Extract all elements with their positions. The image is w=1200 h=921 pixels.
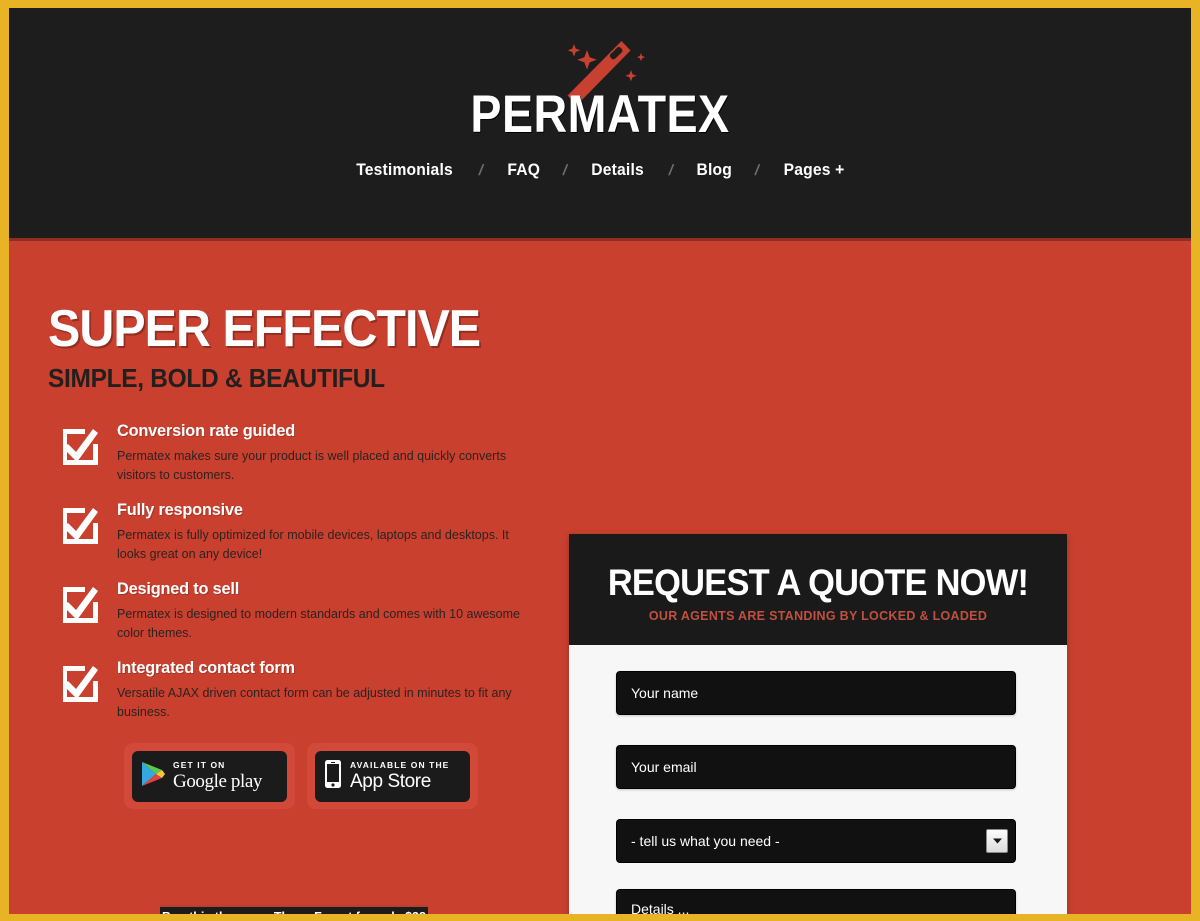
quote-panel-title: REQUEST A QUOTE NOW! [607, 562, 1029, 603]
feature-title: Conversion rate guided [117, 421, 296, 440]
nav-item-details[interactable]: Details [571, 160, 664, 180]
hero-section: SUPER EFFECTIVE SIMPLE, BOLD & BEAUTIFUL… [9, 241, 1191, 914]
details-textarea[interactable] [616, 889, 1016, 914]
badge-bottom-label: Google play [173, 771, 262, 793]
check-square-icon [56, 504, 100, 548]
email-input[interactable] [616, 745, 1016, 789]
google-play-badge[interactable]: GET IT ON Google play [124, 743, 295, 809]
page-gold-frame: PERMATEX Testimonials / FAQ / Details / … [0, 0, 1200, 921]
apple-iphone-icon [323, 759, 343, 794]
check-square-icon [56, 662, 100, 706]
page-viewport: PERMATEX Testimonials / FAQ / Details / … [9, 8, 1191, 914]
badge-top-label: AVAILABLE ON THE [350, 759, 450, 770]
quote-panel-body: - tell us what you need - Are you human? [569, 645, 1067, 914]
quote-panel-subtitle: OUR AGENTS ARE STANDING BY LOCKED & LOAD… [648, 609, 988, 623]
nav-item-faq[interactable]: FAQ [487, 160, 560, 180]
feature-title: Integrated contact form [117, 658, 295, 677]
themeforest-promo-banner[interactable]: Buy this theme on ThemeForest for only $… [160, 905, 428, 914]
badge-bottom-label: App Store [350, 771, 431, 793]
name-input[interactable] [616, 671, 1016, 715]
nav-separator: / [753, 161, 762, 179]
nav-item-pages[interactable]: Pages + [764, 160, 865, 180]
nav-separator: / [477, 161, 486, 179]
feature-list: Conversion rate guided Permatex makes su… [48, 421, 564, 721]
check-square-icon [56, 583, 100, 627]
badge-top-label: GET IT ON [173, 759, 226, 770]
hero-headline: SUPER EFFECTIVE [48, 300, 481, 358]
check-square-icon [56, 425, 100, 469]
feature-description: Versatile AJAX driven contact form can b… [117, 686, 512, 719]
google-play-icon [140, 760, 166, 793]
feature-item: Integrated contact form Versatile AJAX d… [48, 658, 564, 721]
feature-description: Permatex makes sure your product is well… [117, 449, 507, 482]
app-store-badge[interactable]: AVAILABLE ON THE App Store [307, 743, 478, 809]
app-store-badges: GET IT ON Google play AVAILABLE ON THE A… [124, 743, 564, 809]
need-select[interactable]: - tell us what you need - [616, 819, 1016, 863]
feature-title: Designed to sell [117, 579, 240, 598]
feature-item: Conversion rate guided Permatex makes su… [48, 421, 564, 484]
need-select-wrapper: - tell us what you need - [616, 819, 1016, 863]
feature-item: Fully responsive Permatex is fully optim… [48, 500, 564, 563]
quote-panel-header: REQUEST A QUOTE NOW! OUR AGENTS ARE STAN… [569, 534, 1067, 645]
request-quote-panel: REQUEST A QUOTE NOW! OUR AGENTS ARE STAN… [569, 534, 1067, 914]
feature-description: Permatex is fully optimized for mobile d… [117, 528, 509, 561]
nav-item-blog[interactable]: Blog [676, 160, 752, 180]
nav-separator: / [561, 161, 570, 179]
site-header: PERMATEX Testimonials / FAQ / Details / … [9, 8, 1191, 241]
main-navigation: Testimonials / FAQ / Details / Blog / Pa… [9, 160, 1191, 180]
feature-description: Permatex is designed to modern standards… [117, 607, 520, 640]
feature-title: Fully responsive [117, 500, 243, 519]
nav-item-testimonials[interactable]: Testimonials [336, 160, 473, 180]
magic-wand-icon[interactable] [545, 8, 655, 105]
nav-separator: / [666, 161, 675, 179]
feature-item: Designed to sell Permatex is designed to… [48, 579, 564, 642]
hero-subheadline: SIMPLE, BOLD & BEAUTIFUL [48, 363, 385, 393]
hero-left-column: SUPER EFFECTIVE SIMPLE, BOLD & BEAUTIFUL… [48, 241, 564, 911]
site-title[interactable]: PERMATEX [80, 88, 1120, 142]
